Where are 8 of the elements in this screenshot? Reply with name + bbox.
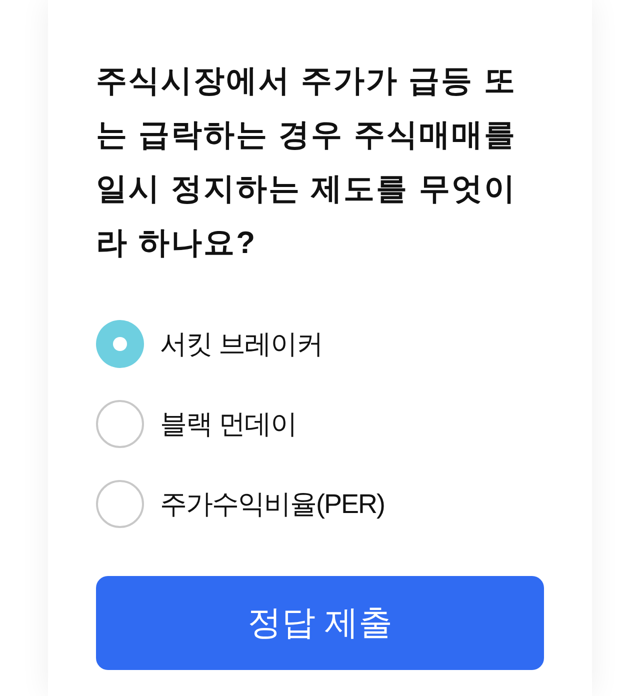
option-label[interactable]: 블랙 먼데이 (160, 404, 297, 444)
option-label[interactable]: 주가수익비율(PER) (160, 484, 384, 524)
question-text: 주식시장에서 주가가 급등 또는 급락하는 경우 주식매매를 일시 정지하는 제도를 무엇이라 하나요? (96, 62, 518, 262)
radio-button[interactable] (96, 400, 144, 448)
option-label[interactable]: 서킷 브레이커 (160, 324, 323, 364)
radio-button[interactable] (96, 320, 144, 368)
radio-button[interactable] (96, 480, 144, 528)
submit-button[interactable]: 정답 제출 (96, 576, 544, 670)
